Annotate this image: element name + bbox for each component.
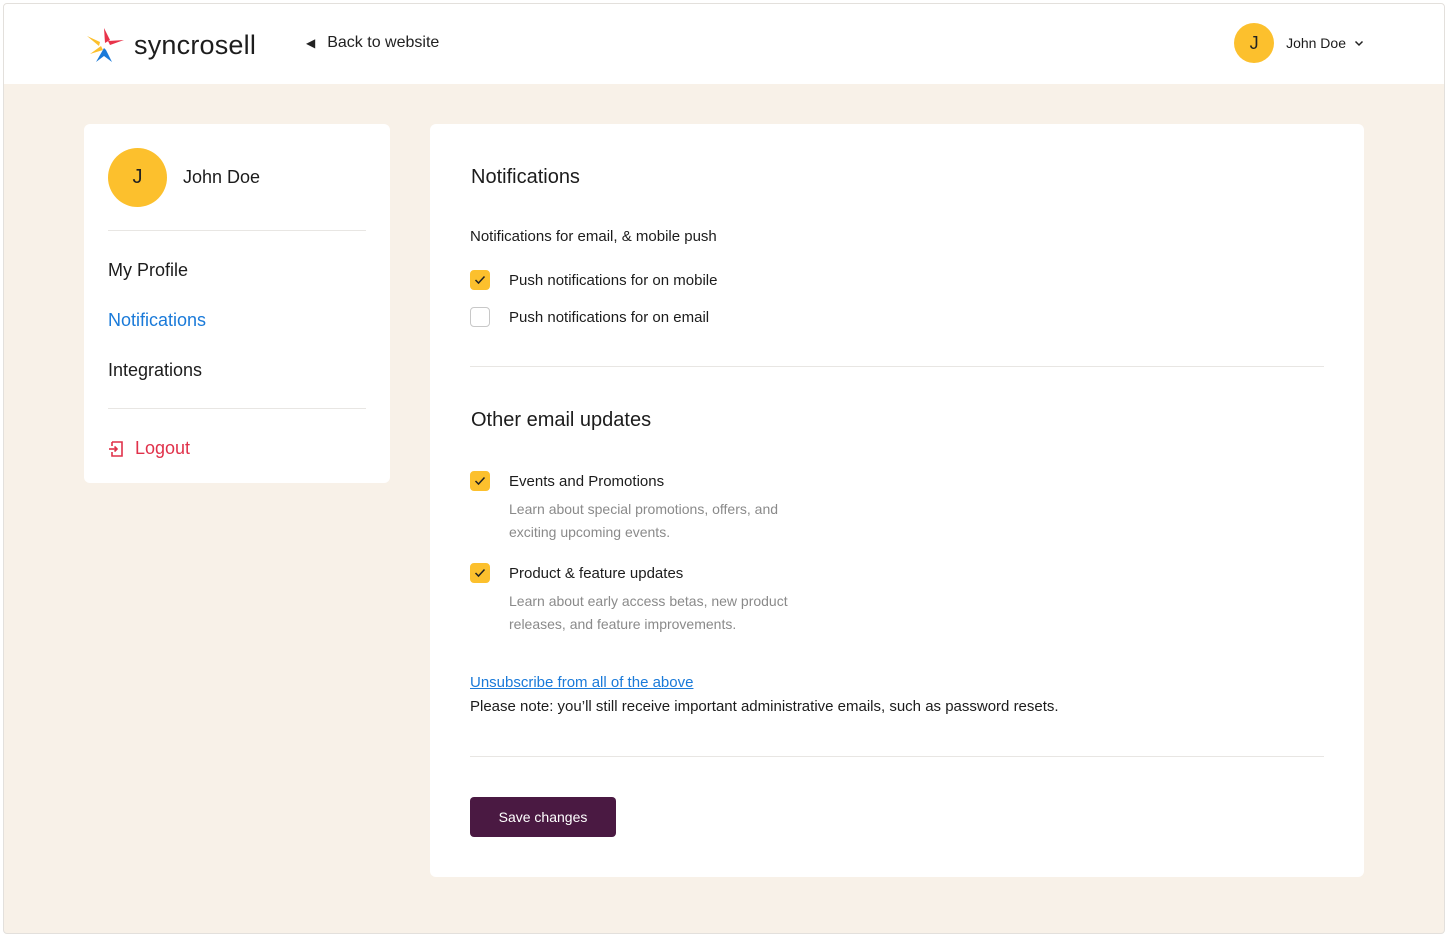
section-divider <box>470 756 1324 757</box>
push-email-label: Push notifications for on email <box>509 308 710 326</box>
notifications-title: Notifications <box>471 166 580 188</box>
back-arrow-icon: ◀ <box>306 36 316 50</box>
product-updates-label: Product & feature updates <box>509 564 684 582</box>
notifications-subtitle: Notifications for email, & mobile push <box>470 228 717 245</box>
notifications-panel: Notifications Notifications for email, &… <box>430 124 1364 877</box>
events-promotions-label: Events and Promotions <box>509 472 665 490</box>
user-menu[interactable]: J John Doe <box>1234 23 1364 63</box>
push-mobile-label: Push notifications for on mobile <box>509 271 718 289</box>
sidebar-divider <box>108 230 366 231</box>
push-mobile-checkbox[interactable] <box>470 270 490 290</box>
chevron-down-icon <box>1354 40 1364 47</box>
push-mobile-option[interactable]: Push notifications for on mobile <box>470 270 717 290</box>
events-promotions-checkbox[interactable] <box>470 471 490 491</box>
app-frame: syncrosell ◀ Back to website J John Doe … <box>3 3 1445 934</box>
product-updates-description: Learn about early access betas, new prod… <box>509 593 788 632</box>
sidebar-item-notifications[interactable]: Notifications <box>108 310 206 331</box>
product-updates-option[interactable]: Product & feature updates <box>470 563 683 583</box>
sidebar-user: J John Doe <box>108 148 260 207</box>
syncrosell-logo-icon <box>87 28 124 62</box>
section-divider <box>470 366 1324 367</box>
push-email-option[interactable]: Push notifications for on email <box>470 307 709 327</box>
logout-button[interactable]: Logout <box>108 438 190 459</box>
user-name: John Doe <box>1286 35 1346 51</box>
product-updates-checkbox[interactable] <box>470 563 490 583</box>
sidebar-item-my-profile[interactable]: My Profile <box>108 260 188 281</box>
logout-label: Logout <box>135 438 191 458</box>
avatar: J <box>1234 23 1275 63</box>
checkmark-icon <box>474 476 486 486</box>
brand-name: syncrosell <box>134 29 257 60</box>
events-promotions-option[interactable]: Events and Promotions <box>470 471 664 491</box>
push-email-checkbox[interactable] <box>470 307 490 327</box>
sidebar-user-name: John Doe <box>183 167 261 187</box>
brand-logo[interactable]: syncrosell <box>84 26 256 64</box>
top-bar: syncrosell ◀ Back to website J John Doe <box>4 4 1444 84</box>
email-updates-title: Other email updates <box>471 409 652 431</box>
checkmark-icon <box>474 568 486 578</box>
admin-email-note: Please note: you’ll still receive import… <box>470 698 1059 715</box>
save-changes-button[interactable]: Save changes <box>470 797 616 837</box>
checkmark-icon <box>474 275 486 285</box>
logout-icon <box>109 440 123 457</box>
events-promotions-description: Learn about special promotions, offers, … <box>509 501 779 540</box>
sidebar-item-integrations[interactable]: Integrations <box>108 360 202 381</box>
settings-sidebar: J John Doe My Profile Notifications Inte… <box>84 124 390 483</box>
avatar-initial: J <box>132 166 143 188</box>
avatar-initial: J <box>1249 32 1259 53</box>
unsubscribe-link[interactable]: Unsubscribe from all of the above <box>470 674 693 691</box>
back-link-label: Back to website <box>327 34 440 51</box>
sidebar-divider <box>108 408 366 409</box>
back-to-website-link[interactable]: ◀ Back to website <box>306 34 439 52</box>
sidebar-avatar: J <box>108 148 167 207</box>
